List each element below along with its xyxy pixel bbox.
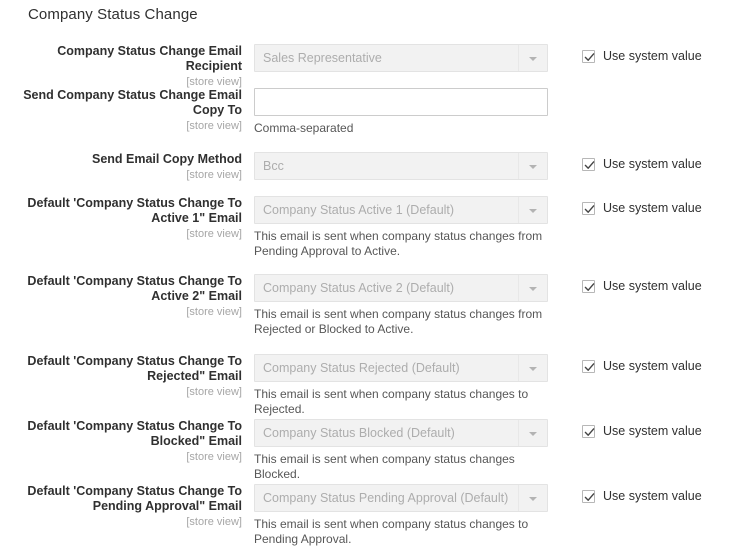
chevron-down-glyph [529, 57, 537, 61]
use-system-value-checkbox[interactable] [582, 50, 595, 63]
select-default-company-status-change-to-pending-approva[interactable]: Company Status Pending Approval (Default… [254, 484, 548, 512]
select-company-status-change-email-recipient[interactable]: Sales Representative [254, 44, 548, 72]
field-label-send-company-status-change-email-copy-to: Send Company Status Change Email Copy To… [0, 88, 242, 133]
use-system-value-checkbox[interactable] [582, 280, 595, 293]
field-label-default-company-status-change-to-rejected-email: Default 'Company Status Change To Reject… [0, 354, 242, 399]
field-label-text: Company Status Change Email Recipient [57, 44, 242, 73]
store-scope-label: [store view] [186, 120, 242, 132]
field-control: Bcc [254, 152, 550, 180]
field-note: Comma-separated [254, 121, 354, 135]
check-icon [584, 205, 595, 213]
select-selected-value: Company Status Pending Approval (Default… [263, 491, 509, 505]
field-label-send-email-copy-method: Send Email Copy Method [store view] [0, 152, 242, 182]
field-note: This email is sent when company status c… [254, 517, 529, 546]
field-label-text: Send Email Copy Method [91, 152, 242, 166]
check-icon [584, 161, 595, 169]
chevron-down-glyph [529, 165, 537, 169]
use-system-value-control[interactable]: Use system value [582, 280, 702, 293]
select-default-company-status-change-to-active-1-email[interactable]: Company Status Active 1 (Default) [254, 196, 548, 224]
store-scope-label: [store view] [186, 76, 242, 88]
select-selected-value: Sales Representative [263, 51, 382, 65]
use-system-value-checkbox[interactable] [582, 202, 595, 215]
chevron-down-icon[interactable] [518, 45, 547, 71]
chevron-down-icon[interactable] [518, 355, 547, 381]
field-control: Comma-separated [254, 88, 550, 136]
field-control: Company Status Active 2 (Default) This em… [254, 274, 550, 337]
check-icon [584, 428, 595, 436]
use-system-value-label: Use system value [603, 49, 702, 63]
company-status-change-section: Company Status Change Company Status Cha… [0, 0, 750, 549]
chevron-down-glyph [529, 287, 537, 291]
use-system-value-checkbox[interactable] [582, 490, 595, 503]
text-input-send-company-status-change-email-copy-to[interactable] [254, 88, 548, 116]
select-selected-value: Company Status Active 1 (Default) [263, 203, 455, 217]
store-scope-label: [store view] [186, 451, 242, 463]
select-default-company-status-change-to-blocked-email[interactable]: Company Status Blocked (Default) [254, 419, 548, 447]
select-selected-value: Bcc [263, 159, 284, 173]
use-system-value-label: Use system value [603, 359, 702, 373]
select-selected-value: Company Status Blocked (Default) [263, 426, 455, 440]
select-default-company-status-change-to-rejected-email[interactable]: Company Status Rejected (Default) [254, 354, 548, 382]
field-label-default-company-status-change-to-active-2-email: Default 'Company Status Change To Active… [0, 274, 242, 319]
store-scope-label: [store view] [186, 306, 242, 318]
store-scope-label: [store view] [186, 516, 242, 528]
use-system-value-checkbox[interactable] [582, 425, 595, 438]
select-selected-value: Company Status Active 2 (Default) [263, 281, 455, 295]
store-scope-label: [store view] [186, 228, 242, 240]
chevron-down-icon[interactable] [518, 485, 547, 511]
field-label-text: Default 'Company Status Change To Active… [27, 196, 242, 225]
field-control: Company Status Blocked (Default) This ema… [254, 419, 550, 482]
chevron-down-glyph [529, 432, 537, 436]
chevron-down-glyph [529, 209, 537, 213]
chevron-down-glyph [529, 367, 537, 371]
field-label-default-company-status-change-to-blocked-email: Default 'Company Status Change To Blocke… [0, 419, 242, 464]
use-system-value-control[interactable]: Use system value [582, 202, 702, 215]
field-control: Company Status Pending Approval (Default… [254, 484, 550, 547]
chevron-down-icon[interactable] [518, 153, 547, 179]
use-system-value-checkbox[interactable] [582, 360, 595, 373]
field-note: This email is sent when company status c… [254, 387, 529, 416]
field-control: Sales Representative [254, 44, 550, 72]
field-label-company-status-change-email-recipient: Company Status Change Email Recipient [st… [0, 44, 242, 89]
use-system-value-label: Use system value [603, 489, 702, 503]
use-system-value-label: Use system value [603, 279, 702, 293]
field-label-text: Default 'Company Status Change To Pendin… [27, 484, 242, 513]
field-label-text: Default 'Company Status Change To Reject… [27, 354, 242, 383]
field-label-default-company-status-change-to-pending-approva: Default 'Company Status Change To Pendin… [0, 484, 242, 529]
field-note: This email is sent when company status c… [254, 307, 543, 336]
use-system-value-control[interactable]: Use system value [582, 158, 702, 171]
use-system-value-label: Use system value [603, 157, 702, 171]
chevron-down-icon[interactable] [518, 420, 547, 446]
check-icon [584, 53, 595, 61]
use-system-value-control[interactable]: Use system value [582, 360, 702, 373]
field-label-default-company-status-change-to-active-1-email: Default 'Company Status Change To Active… [0, 196, 242, 241]
field-label-text: Send Company Status Change Email Copy To [23, 88, 242, 117]
field-note: This email is sent when company status c… [254, 229, 543, 258]
use-system-value-label: Use system value [603, 424, 702, 438]
check-icon [584, 283, 595, 291]
use-system-value-control[interactable]: Use system value [582, 425, 702, 438]
select-default-company-status-change-to-active-2-email[interactable]: Company Status Active 2 (Default) [254, 274, 548, 302]
store-scope-label: [store view] [186, 386, 242, 398]
field-label-text: Default 'Company Status Change To Blocke… [27, 419, 242, 448]
field-label-text: Default 'Company Status Change To Active… [27, 274, 242, 303]
select-selected-value: Company Status Rejected (Default) [263, 361, 460, 375]
use-system-value-label: Use system value [603, 201, 702, 215]
page-title: Company Status Change [28, 6, 198, 23]
use-system-value-control[interactable]: Use system value [582, 490, 702, 503]
chevron-down-glyph [529, 497, 537, 501]
chevron-down-icon[interactable] [518, 275, 547, 301]
use-system-value-checkbox[interactable] [582, 158, 595, 171]
chevron-down-icon[interactable] [518, 197, 547, 223]
field-control: Company Status Rejected (Default) This em… [254, 354, 550, 417]
check-icon [584, 493, 595, 501]
field-note: This email is sent when company status c… [254, 452, 515, 481]
field-control: Company Status Active 1 (Default) This em… [254, 196, 550, 259]
store-scope-label: [store view] [186, 169, 242, 181]
use-system-value-control[interactable]: Use system value [582, 50, 702, 63]
check-icon [584, 363, 595, 371]
select-send-email-copy-method[interactable]: Bcc [254, 152, 548, 180]
